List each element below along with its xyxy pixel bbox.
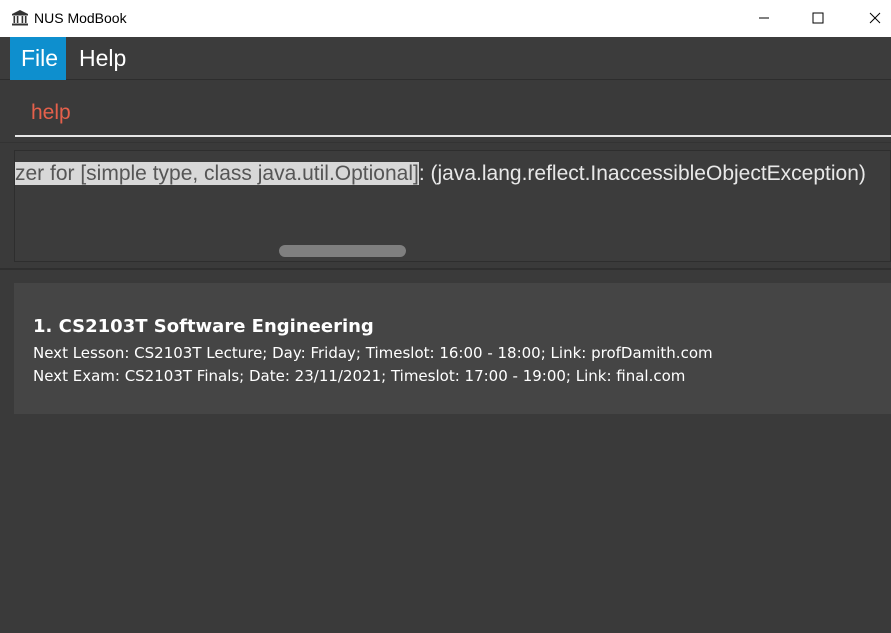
menu-bar: File Help	[0, 37, 891, 80]
module-next-lesson: Next Lesson: CS2103T Lecture; Day: Frida…	[33, 344, 713, 362]
minimize-icon	[758, 9, 770, 28]
window-titlebar: NUS ModBook	[0, 0, 891, 37]
window-title: NUS ModBook	[34, 10, 127, 26]
module-next-exam: Next Exam: CS2103T Finals; Date: 23/11/2…	[33, 367, 686, 385]
divider	[0, 142, 891, 143]
command-underline	[15, 135, 891, 137]
result-rest-text: : (java.lang.reflect.InaccessibleObjectE…	[418, 162, 866, 185]
close-button[interactable]	[852, 0, 891, 37]
maximize-button[interactable]	[795, 0, 841, 37]
menu-help[interactable]: Help	[68, 37, 137, 80]
maximize-icon	[812, 9, 824, 28]
close-icon	[869, 9, 881, 28]
horizontal-scrollbar[interactable]	[279, 245, 406, 257]
result-selected-text: zer for [simple type, class java.util.Op…	[15, 162, 419, 185]
result-display[interactable]: zer for [simple type, class java.util.Op…	[14, 150, 891, 262]
menu-file[interactable]: File	[10, 37, 66, 80]
command-input[interactable]: help	[31, 101, 71, 125]
module-list: 1. CS2103T Software Engineering Next Les…	[0, 270, 891, 633]
minimize-button[interactable]	[741, 0, 787, 37]
result-text[interactable]: zer for [simple type, class java.util.Op…	[15, 162, 866, 186]
module-card[interactable]: 1. CS2103T Software Engineering Next Les…	[14, 283, 891, 414]
module-title: 1. CS2103T Software Engineering	[33, 316, 374, 337]
command-box[interactable]: help	[0, 81, 891, 141]
bank-building-icon	[11, 9, 29, 27]
